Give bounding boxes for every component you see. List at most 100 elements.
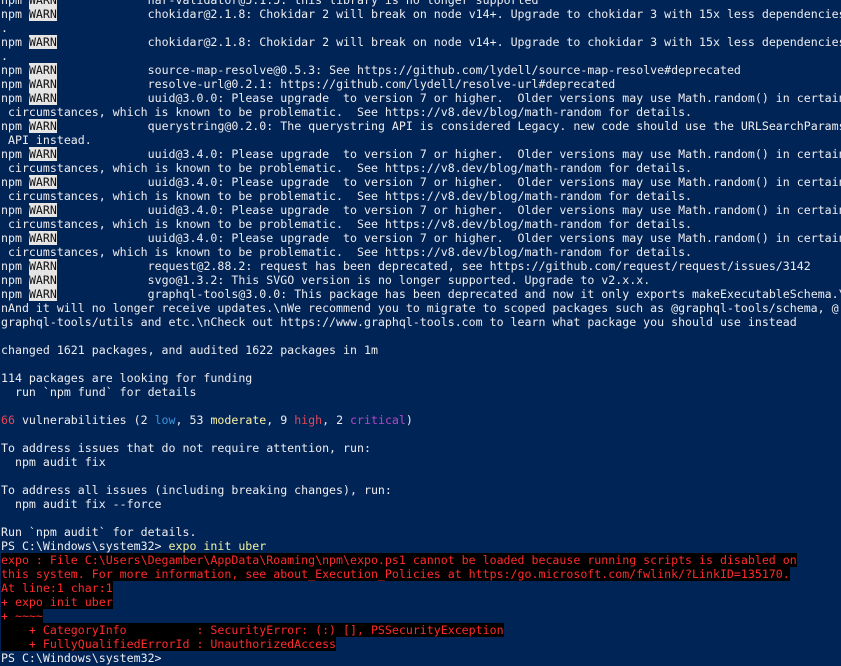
npm-warn-line: npm WARN uuid@3.4.0: Please upgrade to v… [1,231,841,245]
warn-badge: WARN [28,231,57,245]
warn-badge: WARN [28,7,57,21]
npm-warn-line: npm WARN uuid@3.4.0: Please upgrade to v… [1,147,841,161]
warn-message: querystring@0.2.0: The querystring API i… [147,119,841,133]
npm-warn-line: npm WARN uuid@3.4.0: Please upgrade to v… [1,203,841,217]
warn-badge: WARN [28,119,57,133]
audit-fix-all-instruction: To address all issues (including breakin… [1,483,392,497]
warn-message-continued: . [1,21,8,35]
error-line: this system. For more information, see a… [1,567,841,581]
warn-message-continued: circumstances, which is known to be prob… [1,105,693,119]
warn-message-continued: circumstances, which is known to be prob… [1,217,693,231]
warn-message: uuid@3.4.0: Please upgrade to version 7 … [147,175,841,189]
error-line: + expo init uber [1,595,841,609]
funding-text: 114 packages are looking for funding [1,371,253,385]
summary-line: npm audit fix [1,455,841,469]
summary-line: 114 packages are looking for funding [1,371,841,385]
npm-label: npm [1,287,22,301]
warn-message: resolve-url@0.2.1: https://github.com/ly… [147,77,616,91]
npm-label: npm [1,203,22,217]
vulnerability-separator: , 9 [266,413,295,427]
npm-label: npm [1,63,22,77]
error-line: + CategoryInfo : SecurityError: (:) [], … [1,623,841,637]
warn-badge: WARN [28,63,57,77]
warn-message: request@2.88.2: request has been depreca… [147,259,811,273]
warn-message: svgo@1.3.2: This SVGO version is no long… [147,273,651,287]
summary-line: npm audit fix --force [1,497,841,511]
vulnerability-separator: , 53 [175,413,211,427]
npm-label: npm [1,175,22,189]
npm-label: npm [1,273,22,287]
warn-badge: WARN [28,287,57,301]
error-text: + CategoryInfo : SecurityError: (:) [], … [1,623,504,637]
npm-warn-line: npm WARN har-validator@5.1.5: this libra… [1,0,841,7]
error-text: expo : File C:\Users\Degamber\AppData\Ro… [1,553,797,567]
warn-message: uuid@3.4.0: Please upgrade to version 7 … [147,231,841,245]
severity-critical: critical [350,413,406,427]
npm-label: npm [1,231,22,245]
funding-hint-text: run `npm fund` for details [1,385,197,399]
warn-message: graphql-tools@3.0.0: This package has be… [147,287,841,301]
warn-message-continued: API instead. [1,133,92,147]
warn-badge: WARN [28,91,57,105]
error-line: + ~~~~ [1,609,841,623]
error-text: + ~~~~ [1,609,43,623]
audit-fix-command: npm audit fix [1,455,106,469]
vulnerability-count: 66 [1,413,15,427]
npm-warn-continuation: circumstances, which is known to be prob… [1,217,841,231]
summary-line: Run `npm audit` for details. [1,525,841,539]
npm-warn-line: npm WARN resolve-url@0.2.1: https://gith… [1,77,841,91]
summary-line: To address all issues (including breakin… [1,483,841,497]
prompt-path[interactable]: PS C:\Windows\system32> [1,651,169,665]
vulnerability-text: vulnerabilities (2 [14,413,155,427]
changed-packages-text: changed 1621 packages, and audited 1622 … [1,343,378,357]
summary-line: changed 1621 packages, and audited 1622 … [1,343,841,357]
warn-message: uuid@3.0.0: Please upgrade to version 7 … [147,91,841,105]
error-line: expo : File C:\Users\Degamber\AppData\Ro… [1,553,841,567]
audit-fix-force-command: npm audit fix --force [1,497,162,511]
npm-label: npm [1,259,22,273]
npm-warn-continuation: nAnd it will no longer receive updates.\… [1,301,841,315]
error-text: At line:1 char:1 [1,581,113,595]
vulnerability-separator: , 2 [322,413,351,427]
npm-label: npm [1,0,22,7]
severity-moderate: moderate [210,413,267,427]
warn-badge: WARN [28,77,57,91]
prompt-line: PS C:\Windows\system32> expo init uber [1,539,841,553]
npm-warn-line: npm WARN chokidar@2.1.8: Chokidar 2 will… [1,7,841,21]
severity-high: high [294,413,323,427]
npm-warn-continuation: graphql-tools/utils and etc.\nCheck out … [1,315,841,329]
powershell-terminal[interactable]: npm WARN har-validator@5.1.5: this libra… [0,0,841,666]
warn-message-continued: circumstances, which is known to be prob… [1,245,693,259]
npm-label: npm [1,119,22,133]
warn-badge: WARN [28,0,57,7]
npm-warn-continuation: API instead. [1,133,841,147]
prompt-path: PS C:\Windows\system32> [1,539,169,553]
npm-warn-line: npm WARN graphql-tools@3.0.0: This packa… [1,287,841,301]
prompt-line: PS C:\Windows\system32> [1,651,841,665]
npm-label: npm [1,35,22,49]
npm-warn-line: npm WARN source-map-resolve@0.5.3: See h… [1,63,841,77]
npm-warn-line: npm WARN chokidar@2.1.8: Chokidar 2 will… [1,35,841,49]
npm-label: npm [1,91,22,105]
error-line: At line:1 char:1 [1,581,841,595]
vulnerability-close: ) [405,413,413,427]
error-text: + expo init uber [1,595,113,609]
warn-badge: WARN [28,203,57,217]
npm-warn-line: npm WARN request@2.88.2: request has bee… [1,259,841,273]
error-line: + FullyQualifiedErrorId : UnauthorizedAc… [1,637,841,651]
warn-message: uuid@3.4.0: Please upgrade to version 7 … [147,203,841,217]
summary-line: To address issues that do not require at… [1,441,841,455]
warn-message: chokidar@2.1.8: Chokidar 2 will break on… [147,35,841,49]
npm-warn-line: npm WARN uuid@3.0.0: Please upgrade to v… [1,91,841,105]
vulnerabilities-line: 66 vulnerabilities (2 low, 53 moderate, … [1,413,841,427]
error-text: this system. For more information, see a… [1,567,790,581]
npm-warn-continuation: circumstances, which is known to be prob… [1,105,841,119]
severity-low: low [154,413,176,427]
npm-warn-line: npm WARN uuid@3.4.0: Please upgrade to v… [1,175,841,189]
summary-line: run `npm fund` for details [1,385,841,399]
audit-details-text: Run `npm audit` for details. [1,525,197,539]
